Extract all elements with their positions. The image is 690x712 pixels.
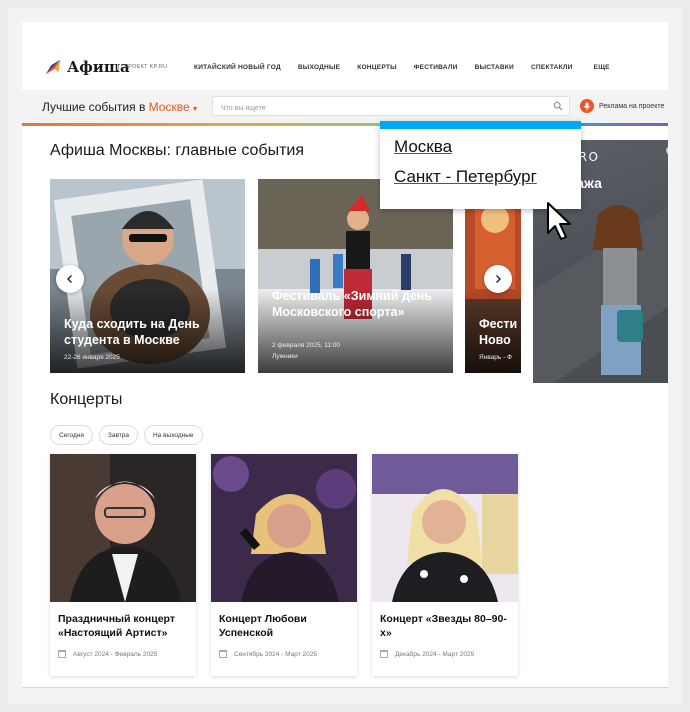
search-box: [212, 96, 570, 118]
concert-date-row: Сентябрь 2024 - Март 2025: [219, 650, 317, 658]
event-card-venue: Лужники: [272, 353, 298, 360]
event-card-date: 2 февраля 2025, 11:00: [272, 342, 341, 349]
info-icon[interactable]: i: [666, 146, 668, 155]
calendar-icon: [58, 650, 66, 658]
screenshot-frame: Афиша ПРОЕКТ KP.RU КИТАЙСКИЙ НОВЫЙ ГОД В…: [8, 8, 682, 704]
search-icon[interactable]: [553, 101, 563, 111]
page-bottom-divider: [22, 687, 668, 688]
concert-card-uspenskaya[interactable]: Концерт Любови Успенской Сентябрь 2024 -…: [211, 454, 357, 676]
search-bar: Лучшие события в Москве▼ Реклама на прое…: [22, 90, 668, 123]
logo-icon: [45, 59, 61, 75]
concert-image: [372, 454, 518, 602]
event-card-title: Фести Ново: [479, 317, 518, 347]
concert-title: Праздничный концерт «Настоящий Артист»: [58, 613, 175, 639]
city-selector-label: Лучшие события в Москве ▼: [42, 100, 199, 114]
calendar-icon: [380, 650, 388, 658]
concert-date: Август 2024 - Февраль 2025: [73, 650, 158, 658]
microphone-icon: [580, 99, 594, 113]
nav-item-festivals[interactable]: ФЕСТИВАЛИ: [414, 64, 458, 71]
page: Афиша ПРОЕКТ KP.RU КИТАЙСКИЙ НОВЫЙ ГОД В…: [22, 22, 668, 688]
filter-tomorrow[interactable]: Завтра: [98, 425, 138, 445]
nav-item-performances[interactable]: СПЕКТАКЛИ: [531, 64, 573, 71]
concert-date: Декабрь 2024 - Март 2025: [395, 650, 475, 658]
carousel-next-button[interactable]: [484, 265, 512, 293]
page-title: Афиша Москвы: главные события: [50, 142, 304, 159]
filter-weekend[interactable]: На выходные: [143, 425, 203, 445]
carousel-prev-button[interactable]: [56, 265, 84, 293]
logo-subtitle: ПРОЕКТ KP.RU: [117, 64, 167, 70]
event-card-title: Куда сходить на День студента в Москве: [64, 317, 200, 347]
event-card-date: 22-26 января 2025: [64, 354, 120, 361]
nav-item-chinese-new-year[interactable]: КИТАЙСКИЙ НОВЫЙ ГОД: [194, 64, 281, 71]
mouse-pointer-icon: [547, 202, 571, 240]
chevron-right-icon: [496, 275, 501, 283]
nav-item-exhibitions[interactable]: ВЫСТАВКИ: [475, 64, 514, 71]
nav-menu: КИТАЙСКИЙ НОВЫЙ ГОД ВЫХОДНЫЕ КОНЦЕРТЫ ФЕ…: [194, 64, 627, 71]
concert-title: Концерт Любови Успенской: [219, 613, 307, 639]
nav-item-weekend[interactable]: ВЫХОДНЫЕ: [298, 64, 340, 71]
filter-today[interactable]: Сегодня: [50, 425, 93, 445]
concert-date: Сентябрь 2024 - Март 2025: [234, 650, 317, 658]
top-nav: Афиша ПРОЕКТ KP.RU КИТАЙСКИЙ НОВЫЙ ГОД В…: [22, 56, 668, 86]
advertise-link[interactable]: Реклама на проекте: [580, 99, 664, 113]
city-prefix: Лучшие события в: [42, 100, 146, 114]
concerts-title: Концерты: [50, 391, 123, 408]
concert-filters: Сегодня Завтра На выходные: [50, 425, 209, 445]
city-option-spb[interactable]: Санкт - Петербург: [394, 167, 537, 187]
concert-date-row: Август 2024 - Февраль 2025: [58, 650, 157, 658]
chevron-left-icon: [67, 275, 72, 283]
event-card-date: Январь - Ф: [479, 354, 512, 361]
search-input[interactable]: [213, 99, 533, 118]
advertise-link-label: Реклама на проекте: [599, 102, 665, 110]
concert-date-row: Декабрь 2024 - Март 2025: [380, 650, 474, 658]
nav-item-more[interactable]: ЕЩЕ: [594, 64, 610, 71]
nav-item-concerts[interactable]: КОНЦЕРТЫ: [357, 64, 397, 71]
city-selector[interactable]: Москве: [149, 100, 190, 114]
city-dropdown: Москва Санкт - Петербург: [380, 121, 581, 209]
concert-card-stars-80-90[interactable]: Концерт «Звезды 80–90-х» Декабрь 2024 - …: [372, 454, 518, 676]
caret-down-icon[interactable]: ▼: [192, 106, 199, 113]
dropdown-top-bar: [380, 121, 581, 129]
concert-image: [50, 454, 196, 602]
calendar-icon: [219, 650, 227, 658]
event-card-title: Фестиваль «Зимний день Московского спорт…: [272, 289, 433, 319]
concert-image: [211, 454, 357, 602]
concert-title: Концерт «Звезды 80–90-х»: [380, 613, 507, 639]
city-option-moscow[interactable]: Москва: [394, 137, 452, 157]
concert-card-nastoyashchiy-artist[interactable]: Праздничный концерт «Настоящий Артист» А…: [50, 454, 196, 676]
